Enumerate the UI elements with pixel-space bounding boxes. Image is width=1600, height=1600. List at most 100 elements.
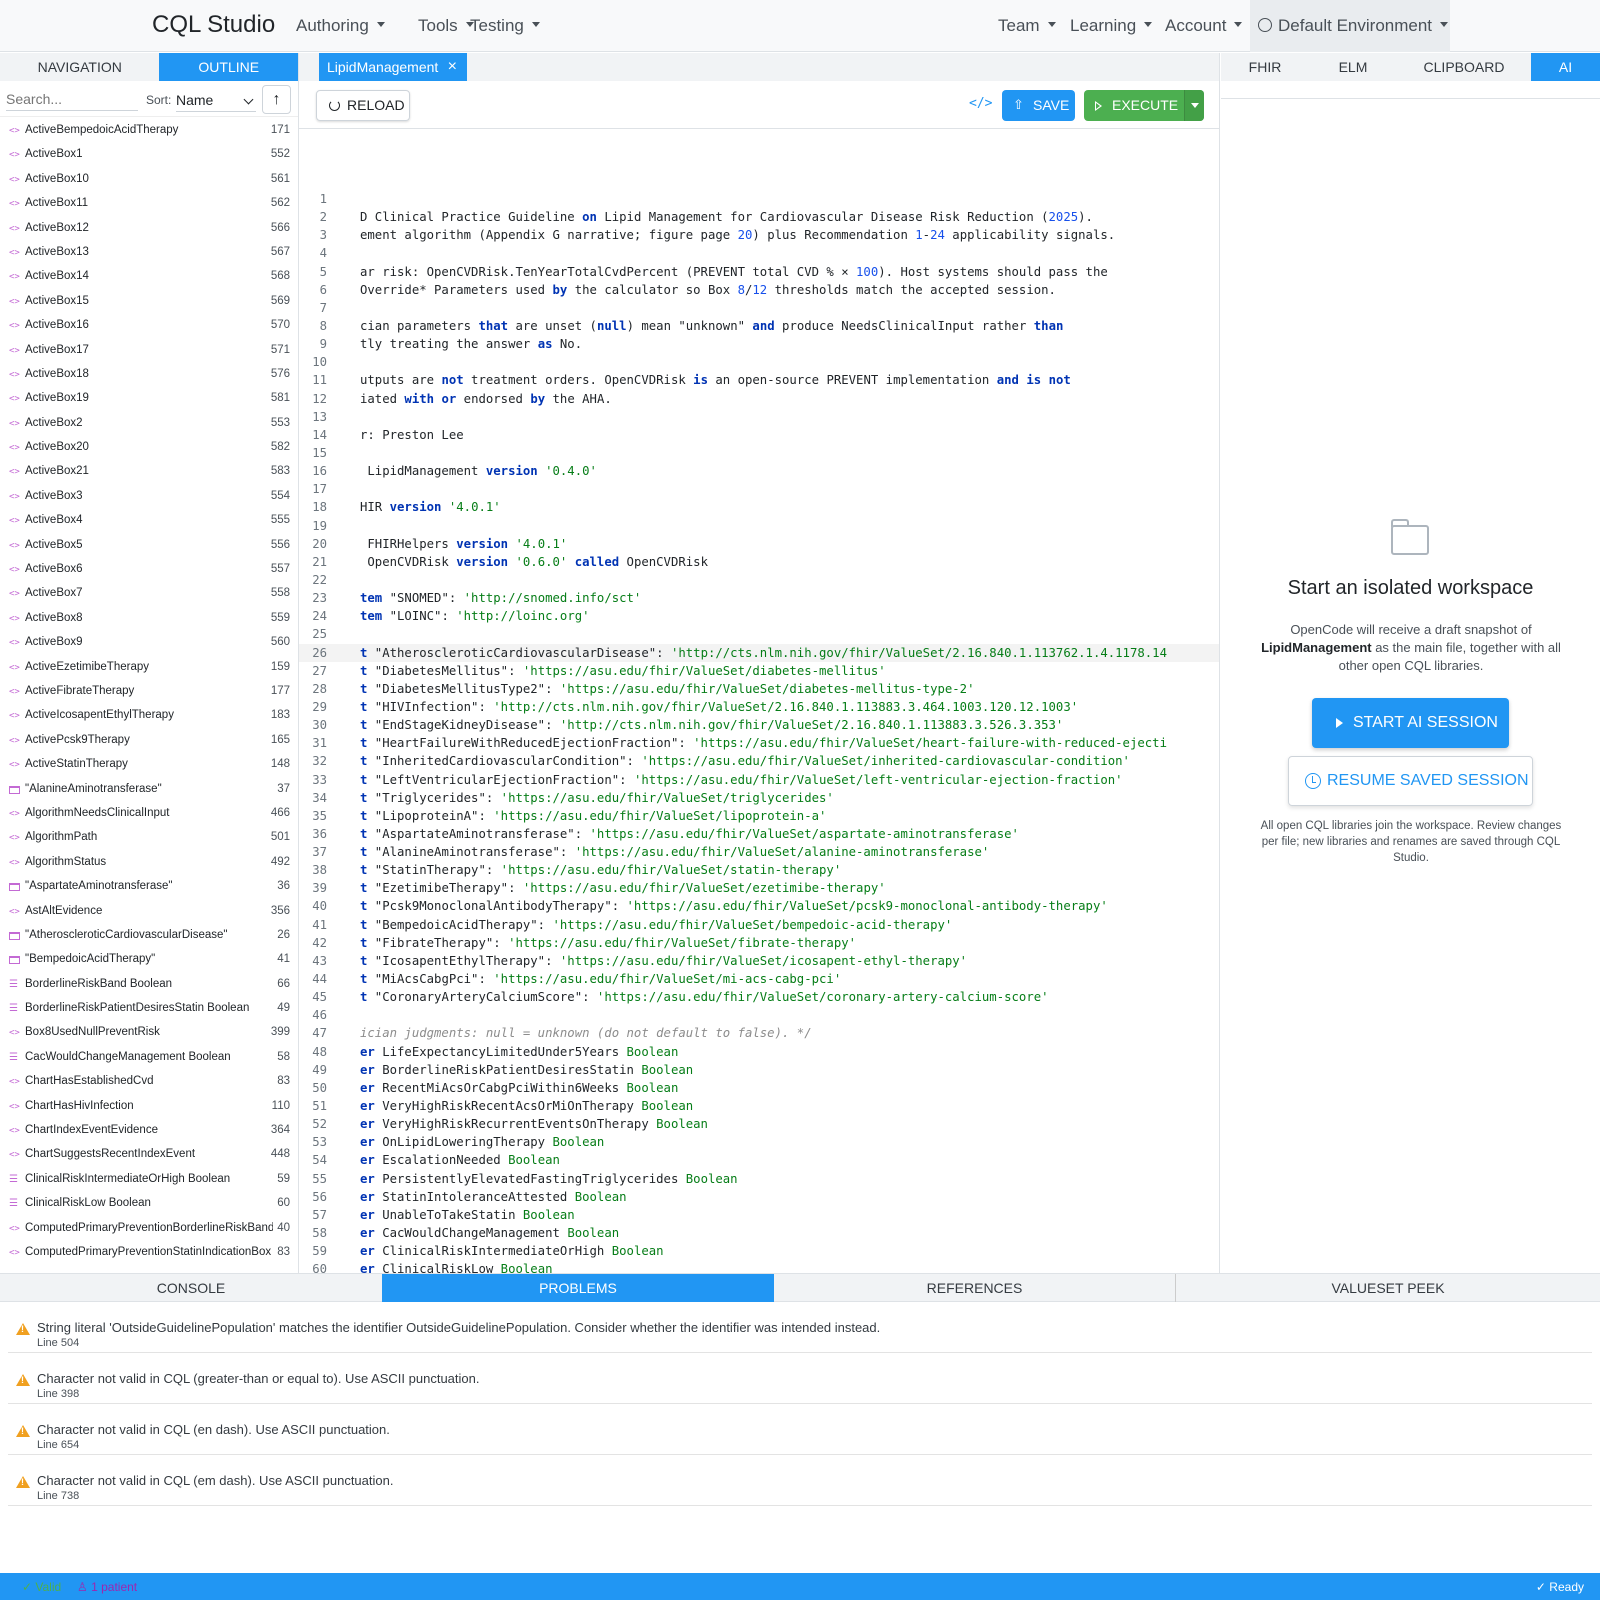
tab-elm[interactable]: ELM: [1309, 53, 1397, 81]
close-icon[interactable]: ×: [448, 53, 457, 81]
menu-tools[interactable]: Tools: [418, 16, 474, 36]
resume-saved-session-button[interactable]: RESUME SAVED SESSION: [1288, 756, 1533, 806]
tab-outline[interactable]: OUTLINE: [159, 53, 298, 81]
outline-item[interactable]: <> ActiveBox9 560: [0, 631, 298, 655]
menu-team[interactable]: Team: [998, 16, 1056, 36]
outline-item[interactable]: <> ActiveEzetimibeTherapy 159: [0, 656, 298, 680]
upload-icon: ⇧: [1013, 97, 1024, 112]
outline-item[interactable]: <> ActiveBox2 553: [0, 412, 298, 436]
outline-item[interactable]: <> ActiveIcosapentEthylTherapy 183: [0, 704, 298, 728]
tab-console[interactable]: CONSOLE: [0, 1274, 382, 1302]
outline-item[interactable]: <> ActiveBox7 558: [0, 582, 298, 606]
start-label: START AI SESSION: [1353, 714, 1498, 731]
outline-item[interactable]: "AspartateAminotransferase" 36: [0, 875, 298, 899]
execute-dropdown-toggle[interactable]: [1184, 90, 1204, 121]
outline-item[interactable]: <> ActiveBox16 570: [0, 314, 298, 338]
outline-item[interactable]: <> ActiveBox12 566: [0, 217, 298, 241]
outline-item[interactable]: <> AstAltEvidence 356: [0, 900, 298, 924]
outline-item-name: AlgorithmPath: [25, 831, 98, 844]
code-text: t "DiabetesMellitusType2": 'https://asu.…: [360, 681, 975, 696]
tab-clipboard[interactable]: CLIPBOARD: [1397, 53, 1531, 81]
app-brand[interactable]: CQL Studio: [152, 11, 275, 39]
outline-item[interactable]: ☰ BorderlineRiskPatientDesiresStatin Bool…: [0, 997, 298, 1021]
outline-item[interactable]: "AlanineAminotransferase" 37: [0, 778, 298, 802]
tab-ai[interactable]: AI: [1531, 53, 1600, 81]
outline-item[interactable]: <> ActiveBox4 555: [0, 509, 298, 533]
outline-item[interactable]: <> ActiveBempedoicAcidTherapy 171: [0, 119, 298, 143]
outline-item[interactable]: <> ActiveBox17 571: [0, 339, 298, 363]
tab-navigation[interactable]: NAVIGATION: [0, 53, 160, 81]
outline-item[interactable]: <> ComputedPrimaryPreventionBorderlineRis…: [0, 1217, 298, 1241]
save-button[interactable]: ⇧ SAVE: [1002, 90, 1075, 121]
outline-item[interactable]: <> ActiveFibrateTherapy 177: [0, 680, 298, 704]
outline-item[interactable]: <> AlgorithmNeedsClinicalInput 466: [0, 802, 298, 826]
outline-item[interactable]: <> ActiveBox11 562: [0, 192, 298, 216]
environment-selector[interactable]: Default Environment: [1250, 0, 1450, 52]
reload-button[interactable]: RELOAD: [316, 90, 410, 121]
code-line: 3 ement algorithm (Appendix G narrative; …: [299, 226, 1219, 244]
menu-account[interactable]: Account: [1165, 16, 1243, 36]
outline-item[interactable]: <> ChartSuggestsRecentIndexEvent 448: [0, 1143, 298, 1167]
define-icon: <>: [9, 321, 20, 332]
tab-references[interactable]: REFERENCES: [774, 1274, 1175, 1302]
outline-item[interactable]: <> ComputedPrimaryPreventionStatinIndicat…: [0, 1241, 298, 1265]
outline-item[interactable]: ☰ ClinicalRiskLow Boolean 60: [0, 1192, 298, 1216]
outline-item-line: 562: [268, 197, 290, 210]
outline-item[interactable]: <> AlgorithmStatus 492: [0, 851, 298, 875]
sort-direction-button[interactable]: ↑: [262, 85, 291, 114]
code-icon[interactable]: </>: [969, 96, 992, 111]
outline-item-line: 59: [275, 1172, 290, 1185]
code-text: utputs are not treatment orders. OpenCVD…: [360, 373, 1071, 388]
problem-item[interactable]: Character not valid in CQL (en dash). Us…: [8, 1404, 1592, 1455]
outline-item[interactable]: <> ActiveBox13 567: [0, 241, 298, 265]
menu-learning[interactable]: Learning: [1070, 16, 1153, 36]
menu-testing[interactable]: Testing: [470, 16, 540, 36]
menu-authoring[interactable]: Authoring: [296, 16, 385, 36]
define-icon: <>: [9, 711, 20, 722]
tab-problems[interactable]: PROBLEMS: [382, 1274, 774, 1302]
outline-item[interactable]: <> ActiveBox19 581: [0, 387, 298, 411]
outline-item[interactable]: <> ActiveBox21 583: [0, 460, 298, 484]
outline-item[interactable]: <> ActivePcsk9Therapy 165: [0, 729, 298, 753]
problem-item[interactable]: Character not valid in CQL (greater-than…: [8, 1353, 1592, 1404]
problem-item[interactable]: String literal 'OutsideGuidelinePopulati…: [8, 1302, 1592, 1353]
code-editor[interactable]: 12D Clinical Practice Guideline on Lipid…: [299, 190, 1219, 1273]
tab-fhir[interactable]: FHIR: [1221, 53, 1309, 81]
outline-item[interactable]: <> Box8UsedNullPreventRisk 399: [0, 1021, 298, 1045]
line-number: 58: [312, 1226, 327, 1241]
outline-item[interactable]: <> ActiveBox10 561: [0, 168, 298, 192]
outline-item[interactable]: <> ActiveStatinTherapy 148: [0, 753, 298, 777]
outline-item[interactable]: "BempedoicAcidTherapy" 41: [0, 948, 298, 972]
outline-item[interactable]: <> ActiveBox5 556: [0, 534, 298, 558]
code-line: 43 t "IcosapentEthylTherapy": 'https://as…: [299, 952, 1219, 970]
outline-item[interactable]: <> ActiveBox14 568: [0, 265, 298, 289]
outline-item[interactable]: <> ActiveBox8 559: [0, 607, 298, 631]
outline-item[interactable]: <> ChartHasEstablishedCvd 83: [0, 1070, 298, 1094]
outline-item[interactable]: ☰ CacWouldChangeManagement Boolean 58: [0, 1046, 298, 1070]
line-number: 50: [312, 1080, 327, 1095]
file-tab-lipidmanagement[interactable]: LipidManagement ×: [319, 53, 467, 81]
outline-item[interactable]: ☰ BorderlineRiskBand Boolean 66: [0, 973, 298, 997]
patient-count[interactable]: ♙ 1 patient: [77, 1580, 137, 1594]
outline-item[interactable]: "AtheroscleroticCardiovascularDisease" 26: [0, 924, 298, 948]
outline-item[interactable]: <> ActiveBox20 582: [0, 436, 298, 460]
caret-down-icon: [1047, 22, 1056, 28]
sort-select[interactable]: Name: [176, 88, 256, 112]
start-ai-session-button[interactable]: START AI SESSION: [1312, 698, 1509, 748]
outline-item[interactable]: <> ChartIndexEventEvidence 364: [0, 1119, 298, 1143]
outline-item[interactable]: <> ActiveBox15 569: [0, 290, 298, 314]
outline-item[interactable]: <> ActiveBox3 554: [0, 485, 298, 509]
outline-item[interactable]: <> ActiveBox18 576: [0, 363, 298, 387]
code-text: t "CoronaryArteryCalciumScore": 'https:/…: [360, 990, 1049, 1005]
execute-button[interactable]: EXECUTE: [1084, 90, 1204, 121]
outline-item[interactable]: <> ActiveBox6 557: [0, 558, 298, 582]
outline-item[interactable]: <> ChartHasHivInfection 110: [0, 1095, 298, 1119]
problem-item[interactable]: Character not valid in CQL (em dash). Us…: [8, 1455, 1592, 1506]
outline-item-name: "AlanineAminotransferase": [25, 782, 162, 795]
outline-item[interactable]: ☰ ClinicalRiskIntermediateOrHigh Boolean 5…: [0, 1168, 298, 1192]
tab-valueset-peek[interactable]: VALUESET PEEK: [1175, 1274, 1600, 1302]
code-text: er CacWouldChangeManagement Boolean: [360, 1226, 620, 1241]
outline-item[interactable]: <> ActiveBox1 552: [0, 143, 298, 167]
outline-search-input[interactable]: [6, 87, 138, 111]
outline-item[interactable]: <> AlgorithmPath 501: [0, 826, 298, 850]
